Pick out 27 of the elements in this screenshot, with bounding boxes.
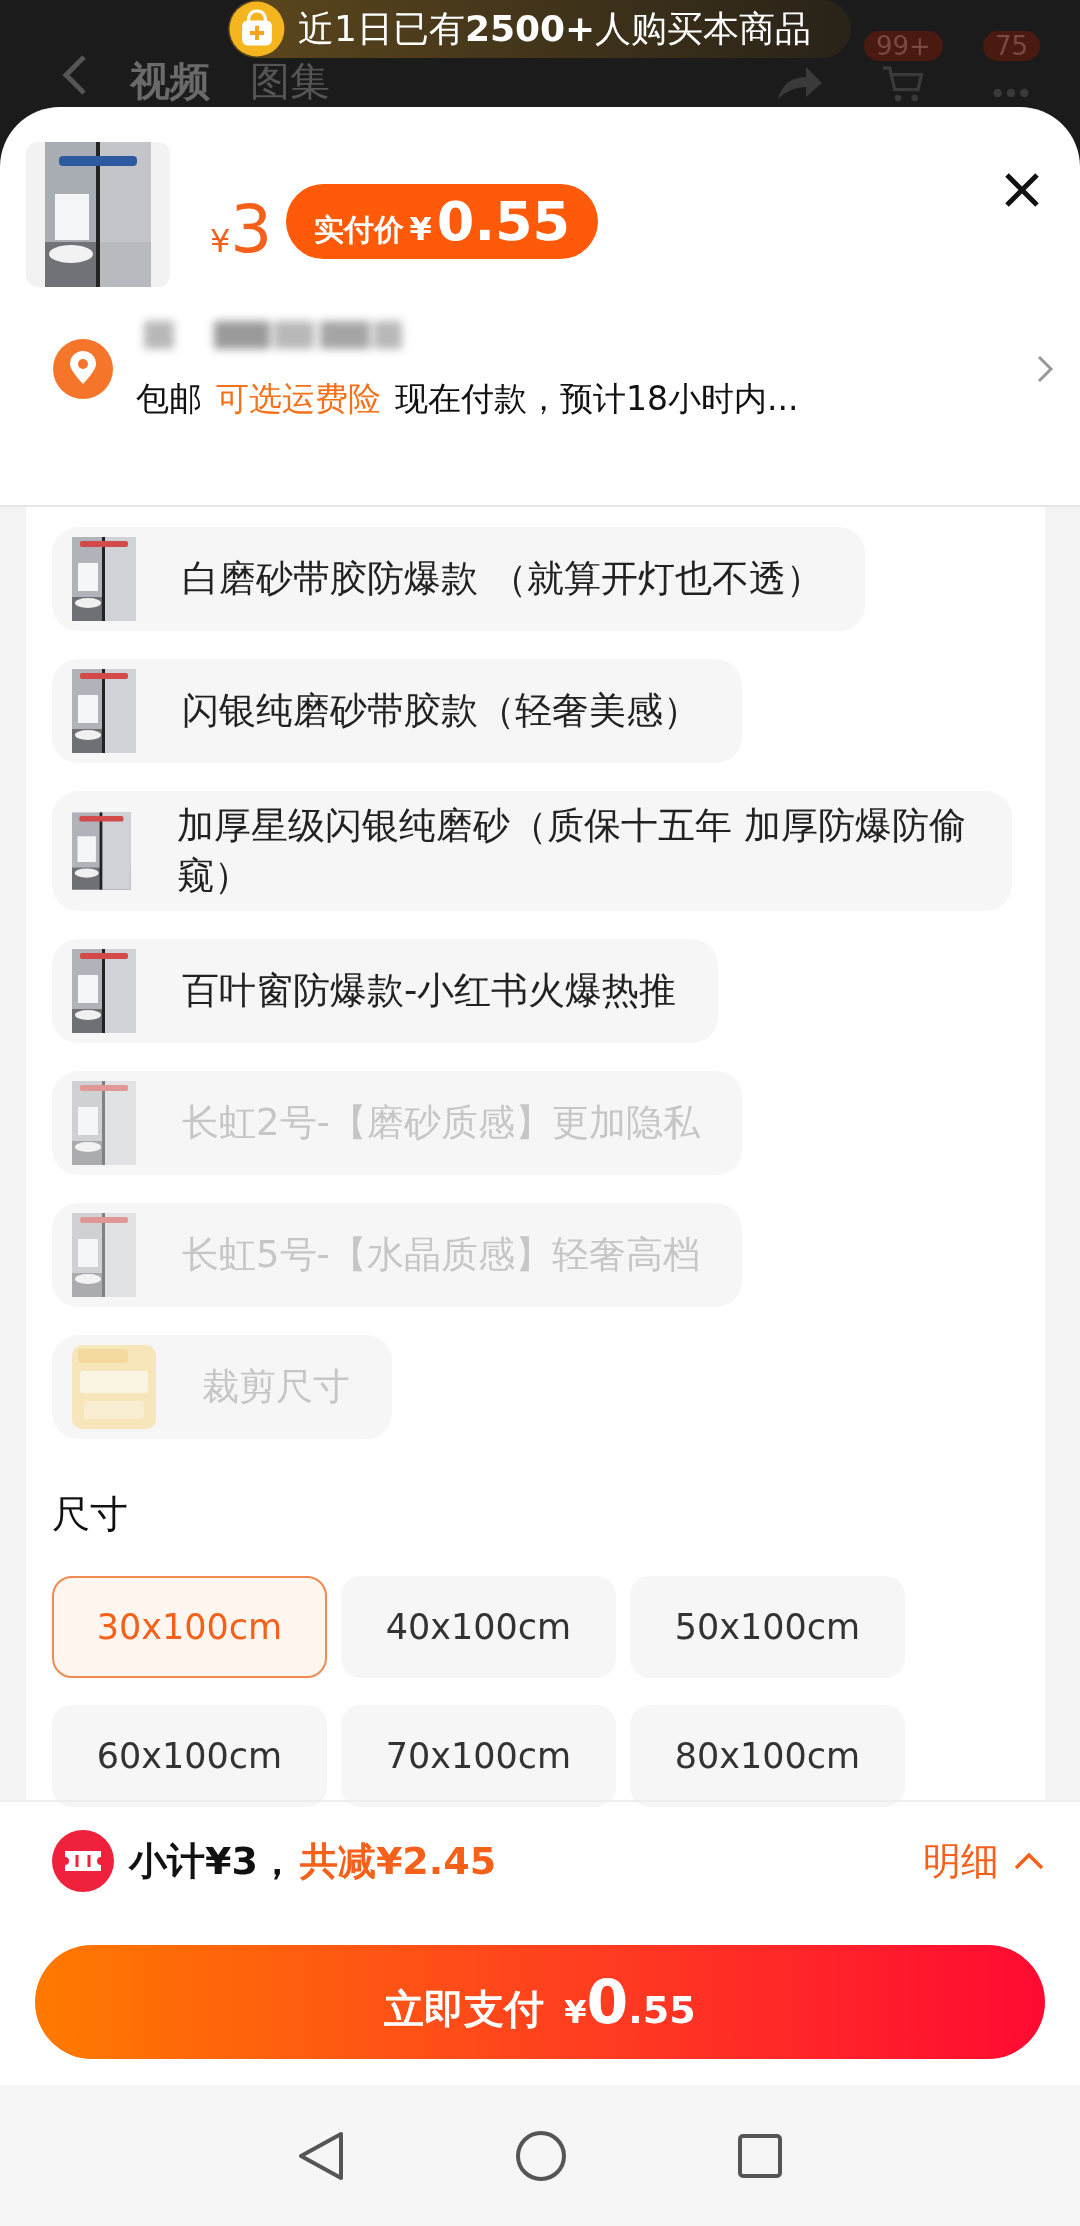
variant-option[interactable]: 闪银纯磨砂带胶款（轻奢美感） <box>52 659 742 763</box>
variant-option[interactable]: 加厚星级闪银纯磨砂（质保十五年 加厚防爆防偷窥） <box>52 791 1012 911</box>
banner-text: 近1日已有2500+人购买本商品 <box>298 6 812 51</box>
subtotal-text: 小计¥3， <box>129 1837 296 1885</box>
pay-button[interactable]: 立即支付 ¥0.55 <box>35 1945 1045 2059</box>
home-icon[interactable] <box>515 2129 567 2182</box>
delivery-eta: 现在付款，预计18小时内... <box>395 378 799 420</box>
shipping-text: 包邮 <box>136 378 202 420</box>
location-icon <box>52 337 114 400</box>
original-price: ¥3 <box>210 191 273 268</box>
coupon-icon <box>51 1829 115 1893</box>
caret-up-icon[interactable] <box>1013 1851 1045 1871</box>
final-price-badge: 实付价¥0.55 <box>286 184 599 259</box>
shopping-bag-icon <box>228 0 286 58</box>
back-icon[interactable] <box>297 2130 345 2181</box>
section-title: 尺寸 <box>52 1490 129 1538</box>
variant-option[interactable]: 百叶窗防爆款-小红书火爆热推 <box>52 938 719 1043</box>
discount-text: 共减¥2.45 <box>299 1837 497 1885</box>
size-option[interactable]: 70x100cm <box>341 1704 616 1807</box>
size-option[interactable]: 40x100cm <box>341 1575 616 1678</box>
size-option[interactable]: 80x100cm <box>630 1704 905 1807</box>
recents-icon[interactable] <box>737 2132 783 2179</box>
size-option[interactable]: 50x100cm <box>630 1575 905 1678</box>
chevron-right-icon[interactable] <box>1036 353 1054 384</box>
close-icon[interactable] <box>1004 172 1040 208</box>
variant-option[interactable]: 白磨砂带胶防爆款 （就算开灯也不透） <box>52 527 865 631</box>
size-option[interactable]: 60x100cm <box>52 1704 327 1807</box>
